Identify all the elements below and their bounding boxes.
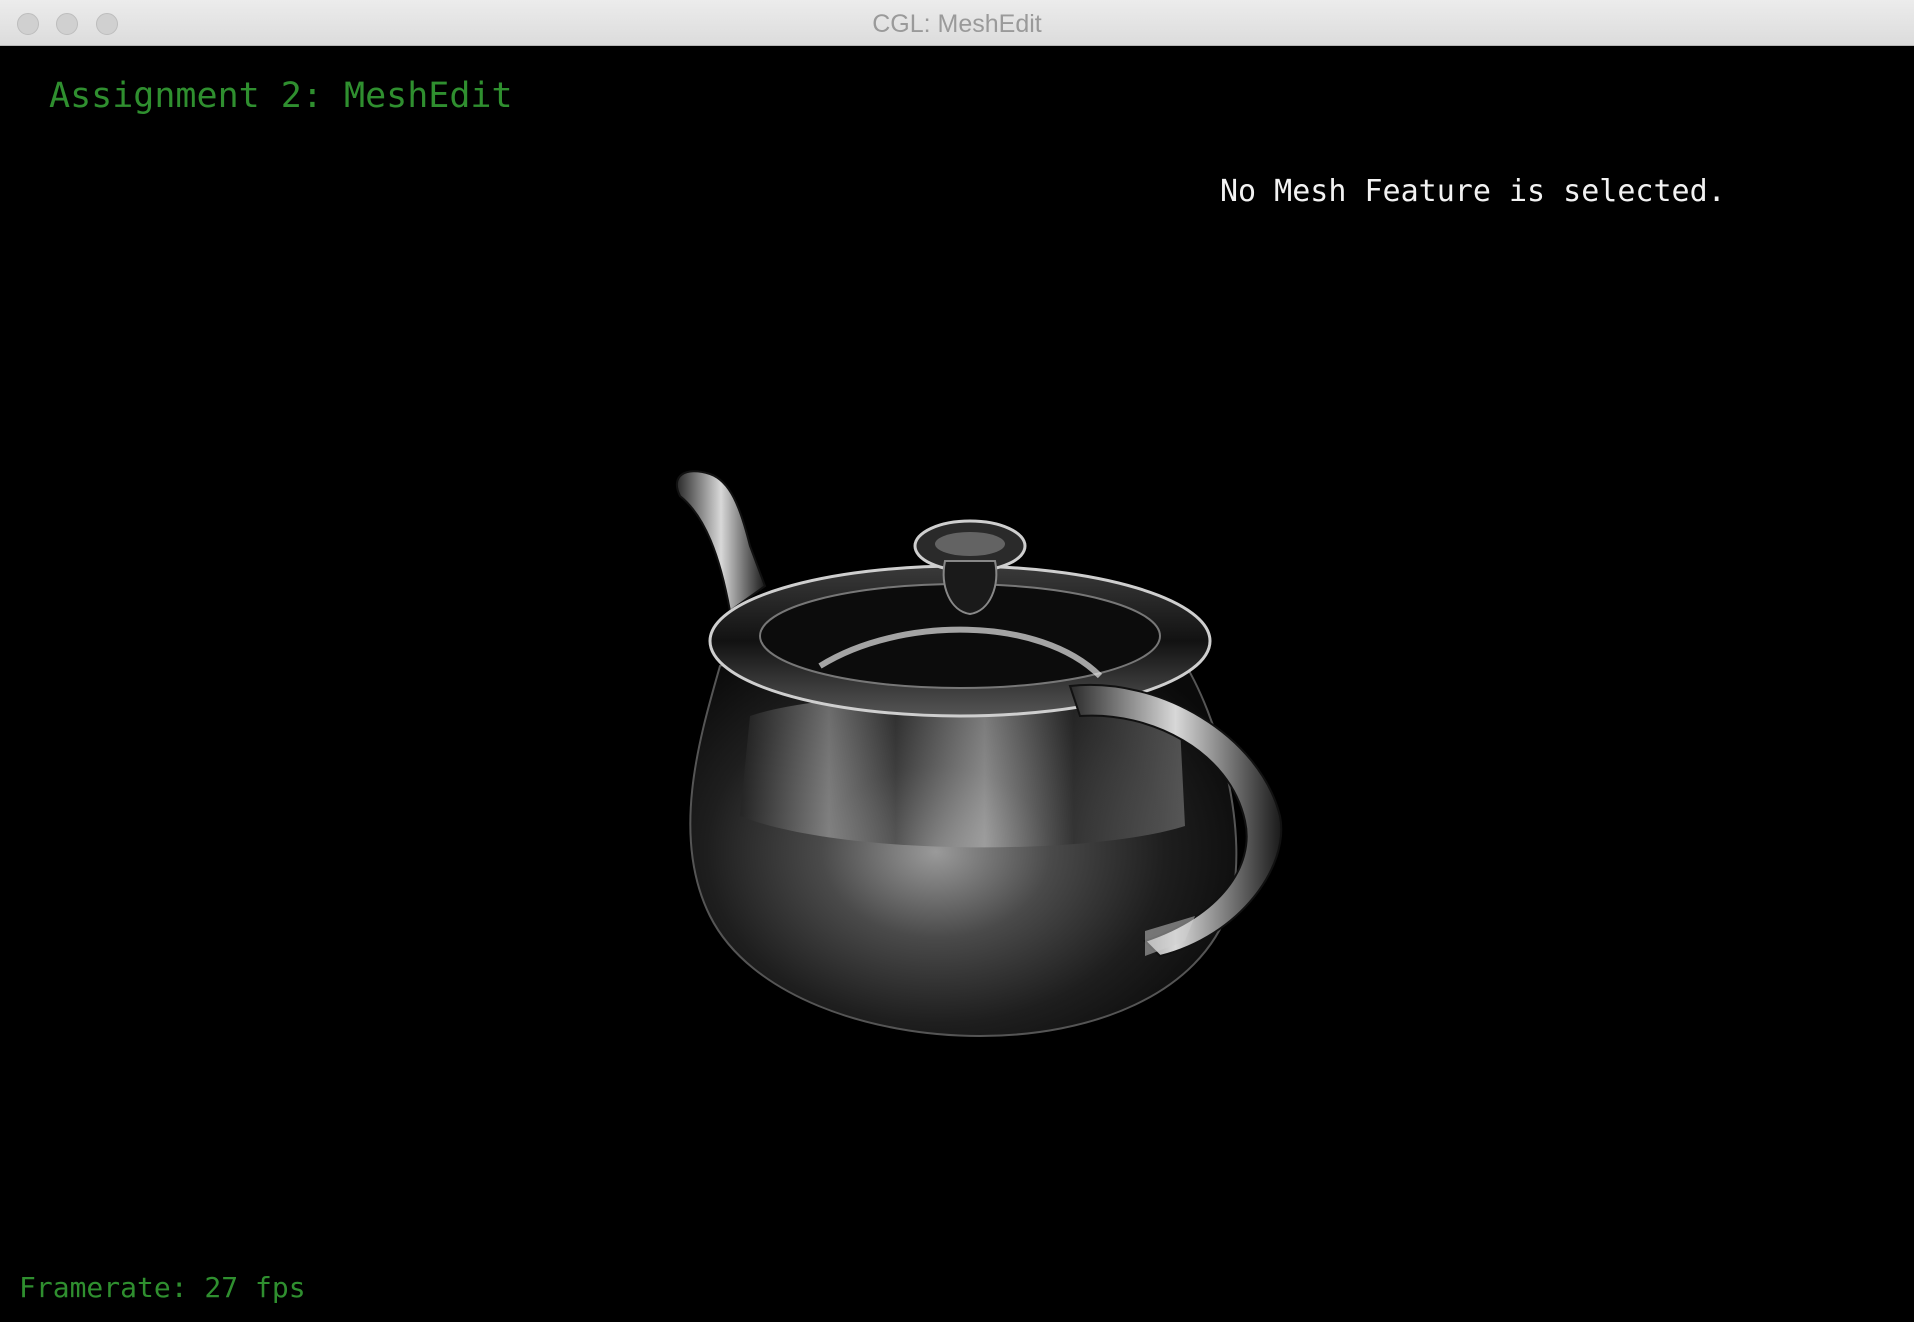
- teapot-spout: [675, 470, 767, 613]
- window-titlebar[interactable]: CGL: MeshEdit: [0, 0, 1914, 46]
- render-viewport[interactable]: Assignment 2: MeshEdit No Mesh Feature i…: [0, 46, 1914, 1322]
- framerate-readout: Framerate: 27 fps: [19, 1271, 306, 1304]
- hud-assignment-title: Assignment 2: MeshEdit: [49, 76, 513, 116]
- teapot-mesh[interactable]: [640, 436, 1320, 1096]
- selection-status-text: No Mesh Feature is selected.: [1220, 174, 1726, 209]
- app-window: CGL: MeshEdit Assignment 2: MeshEdit No …: [0, 0, 1914, 1322]
- window-title: CGL: MeshEdit: [872, 10, 1042, 38]
